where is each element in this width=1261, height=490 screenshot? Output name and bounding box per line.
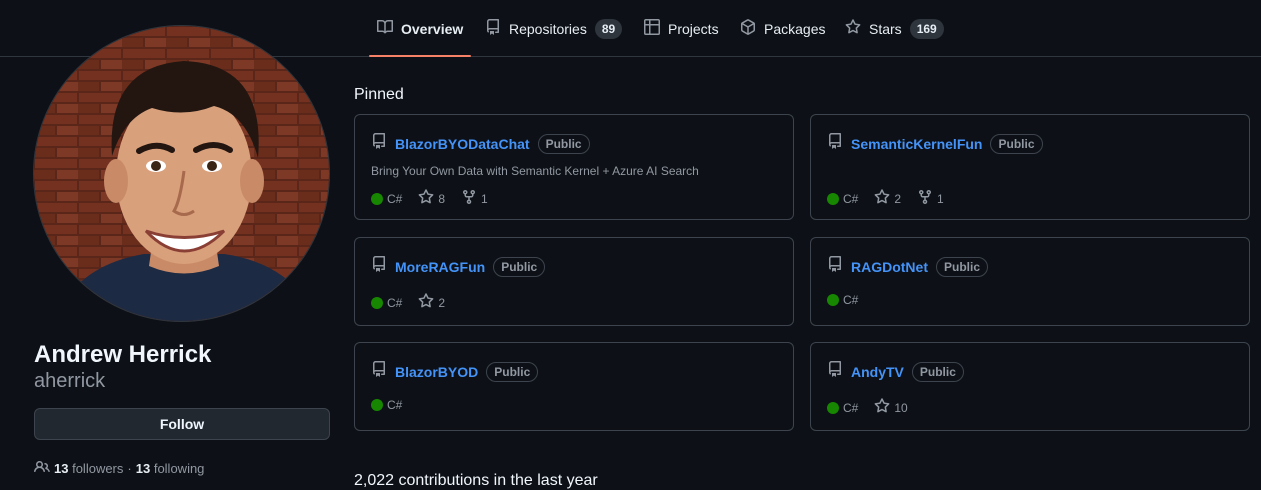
followers-link[interactable]: 13 followers [54, 461, 123, 476]
repo-icon [371, 256, 387, 277]
tab-label: Repositories [509, 20, 587, 37]
pinned-repo-card: BlazorBYOD Public C# [354, 342, 794, 431]
repositories-count-badge: 89 [594, 18, 623, 39]
repo-icon [827, 133, 843, 154]
star-icon [874, 189, 890, 208]
repo-language: C# [371, 296, 402, 310]
stars-count: 2 [438, 295, 446, 310]
language-color-dot [371, 399, 383, 411]
pinned-heading: Pinned [354, 86, 404, 103]
repo-icon [827, 361, 843, 382]
table-icon [644, 19, 660, 38]
following-count: 13 [135, 461, 151, 476]
repo-name-link[interactable]: SemanticKernelFun [851, 136, 982, 152]
visibility-badge: Public [911, 361, 964, 382]
star-icon [418, 293, 434, 312]
star-icon [418, 189, 434, 208]
language-color-dot [827, 294, 839, 306]
repo-icon [485, 19, 501, 38]
visibility-badge: Public [990, 133, 1043, 154]
repo-icon [827, 256, 843, 277]
repo-name-link[interactable]: BlazorBYOD [395, 364, 478, 380]
tab-label: Stars [869, 20, 902, 37]
visibility-badge: Public [486, 361, 539, 382]
followers-label: followers [72, 461, 124, 476]
repo-name-link[interactable]: RAGDotNet [851, 259, 928, 275]
repo-description: Bring Your Own Data with Semantic Kernel… [371, 164, 699, 178]
tab-stars[interactable]: Stars 169 [845, 0, 944, 57]
language-color-dot [371, 192, 383, 205]
people-icon [34, 459, 50, 478]
repo-language: C# [827, 293, 858, 307]
repo-forks-link[interactable]: 1 [917, 189, 944, 208]
repo-name-link[interactable]: MoreRAGFun [395, 259, 485, 275]
fork-icon [917, 189, 933, 208]
star-icon [845, 19, 861, 38]
pinned-repo-card: SemanticKernelFun Public C# 2 1 [810, 114, 1250, 220]
repo-stars-link[interactable]: 2 [874, 189, 901, 208]
repo-name-link[interactable]: BlazorBYODataChat [395, 136, 530, 152]
repo-language: C# [827, 401, 858, 415]
language-color-dot [371, 296, 383, 309]
avatar[interactable] [33, 25, 330, 322]
follow-button[interactable]: Follow [34, 408, 330, 440]
language-color-dot [827, 192, 839, 205]
language-label: C# [387, 191, 403, 206]
stars-count-badge: 169 [909, 18, 944, 39]
contributions-heading: 2,022 contributions in the last year [354, 472, 598, 489]
pinned-repo-card: MoreRAGFun Public C# 2 [354, 237, 794, 326]
repo-language: C# [827, 192, 858, 206]
language-label: C# [843, 293, 859, 307]
visibility-badge: Public [537, 133, 590, 154]
visibility-badge: Public [493, 256, 546, 277]
repo-stars-link[interactable]: 10 [874, 398, 908, 417]
tab-packages[interactable]: Packages [740, 0, 825, 57]
fork-icon [461, 189, 477, 208]
tab-label: Overview [401, 20, 464, 37]
pinned-repo-card: BlazorBYODataChat Public Bring Your Own … [354, 114, 794, 220]
tab-repositories[interactable]: Repositories 89 [485, 0, 623, 57]
separator-dot: · [127, 461, 132, 476]
pinned-repo-card: RAGDotNet Public C# [810, 237, 1250, 326]
repo-language: C# [371, 192, 402, 206]
star-icon [874, 398, 890, 417]
repo-language: C# [371, 398, 402, 412]
repo-icon [371, 133, 387, 154]
repo-stars-link[interactable]: 8 [418, 189, 445, 208]
following-label: following [153, 461, 205, 476]
tab-label: Projects [668, 20, 719, 37]
language-label: C# [843, 191, 859, 206]
repo-icon [371, 361, 387, 382]
language-label: C# [843, 400, 859, 415]
stars-count: 2 [894, 191, 902, 206]
follow-stats: 13 followers · 13 following [34, 459, 204, 478]
tab-projects[interactable]: Projects [644, 0, 719, 57]
language-color-dot [827, 401, 839, 414]
profile-display-name: Andrew Herrick [34, 341, 212, 368]
language-label: C# [387, 398, 403, 412]
followers-count: 13 [54, 461, 69, 476]
book-icon [377, 19, 394, 38]
repo-name-link[interactable]: AndyTV [851, 364, 904, 380]
tab-label: Packages [764, 20, 826, 37]
forks-count: 1 [937, 191, 944, 206]
tab-overview[interactable]: Overview [368, 0, 472, 57]
pinned-repo-card: AndyTV Public C# 10 [810, 342, 1250, 431]
stars-count: 10 [894, 400, 908, 415]
visibility-badge: Public [936, 256, 989, 277]
forks-count: 1 [481, 191, 488, 206]
language-label: C# [387, 295, 403, 310]
repo-forks-link[interactable]: 1 [461, 189, 488, 208]
stars-count: 8 [438, 191, 446, 206]
repo-stars-link[interactable]: 2 [418, 293, 445, 312]
package-icon [740, 19, 756, 38]
avatar-photo [34, 26, 329, 321]
following-link[interactable]: 13 following [136, 461, 205, 476]
profile-username: aherrick [34, 370, 106, 392]
